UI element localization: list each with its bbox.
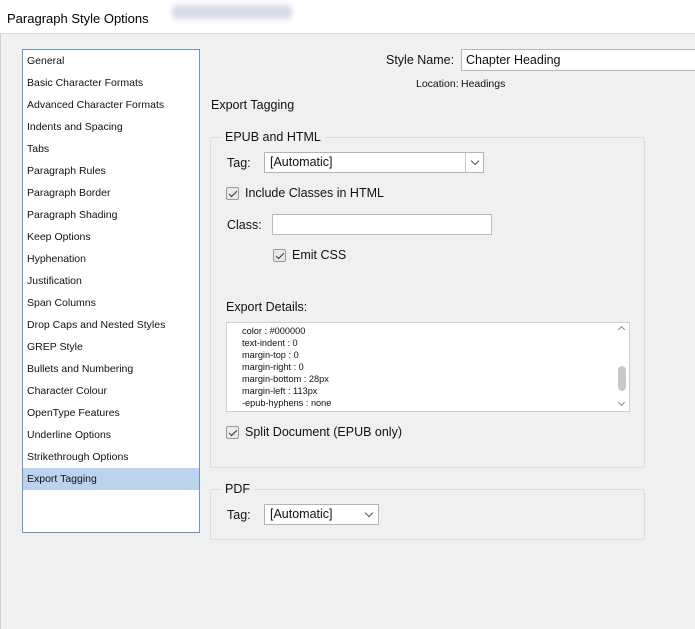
export-details-scrollbar[interactable] [615,323,629,411]
location-value: Headings [461,78,506,90]
sidebar-item-underline-options[interactable]: Underline Options [23,424,199,446]
export-detail-line: margin-left : 113px [242,386,318,396]
sidebar-item-general[interactable]: General [23,50,199,72]
epub-tag-label: Tag: [227,156,251,170]
sidebar-item-paragraph-border[interactable]: Paragraph Border [23,182,199,204]
window-title: Paragraph Style Options [7,11,149,26]
sidebar-item-strikethrough-options[interactable]: Strikethrough Options [23,446,199,468]
pdf-tag-dropdown[interactable]: [Automatic] [264,504,379,525]
sidebar-item-grep-style[interactable]: GREP Style [23,336,199,358]
class-label: Class: [227,218,262,232]
scrollbar-thumb[interactable] [618,366,626,391]
sidebar-item-indents-and-spacing[interactable]: Indents and Spacing [23,116,199,138]
export-detail-line: margin-top : 0 [242,350,299,360]
category-list: General Basic Character Formats Advanced… [22,49,200,533]
include-classes-label: Include Classes in HTML [245,186,384,200]
export-detail-line: margin-right : 0 [242,362,304,372]
pdf-tag-label: Tag: [227,508,251,522]
location-label: Location: [416,78,459,90]
pdf-group-title: PDF [221,482,254,496]
split-document-label: Split Document (EPUB only) [245,425,403,439]
emit-css-label: Emit CSS [292,248,347,262]
scroll-up-icon[interactable] [617,325,626,334]
section-title: Export Tagging [211,98,295,112]
epub-html-group-title: EPUB and HTML [221,130,325,144]
include-classes-checkbox[interactable] [226,187,239,200]
blurred-document-name [172,5,292,19]
scroll-down-icon[interactable] [617,398,626,407]
sidebar-item-keep-options[interactable]: Keep Options [23,226,199,248]
sidebar-item-bullets-and-numbering[interactable]: Bullets and Numbering [23,358,199,380]
export-detail-line: color : #000000 [242,326,306,336]
epub-tag-dropdown[interactable]: [Automatic] [264,152,484,173]
sidebar-item-opentype-features[interactable]: OpenType Features [23,402,199,424]
sidebar-item-drop-caps[interactable]: Drop Caps and Nested Styles [23,314,199,336]
export-detail-line: -epub-hyphens : none [242,398,332,408]
sidebar-item-paragraph-shading[interactable]: Paragraph Shading [23,204,199,226]
sidebar-item-justification[interactable]: Justification [23,270,199,292]
emit-css-checkbox[interactable] [273,249,286,262]
sidebar-item-span-columns[interactable]: Span Columns [23,292,199,314]
sidebar-item-advanced-character-formats[interactable]: Advanced Character Formats [23,94,199,116]
title-bar: Paragraph Style Options [0,0,695,34]
style-name-label: Style Name: [386,53,455,67]
split-document-checkbox[interactable] [226,426,239,439]
class-input[interactable] [272,214,492,235]
pdf-tag-value: [Automatic] [270,507,333,521]
sidebar-item-hyphenation[interactable]: Hyphenation [23,248,199,270]
sidebar-item-tabs[interactable]: Tabs [23,138,199,160]
sidebar-item-export-tagging[interactable]: Export Tagging [23,468,199,490]
epub-tag-value: [Automatic] [270,155,333,169]
export-detail-line: margin-bottom : 28px [242,374,329,384]
export-details-box[interactable]: color : #000000 text-indent : 0 margin-t… [226,322,630,412]
sidebar-item-paragraph-rules[interactable]: Paragraph Rules [23,160,199,182]
export-detail-line: text-indent : 0 [242,338,298,348]
chevron-down-icon [360,505,378,524]
sidebar-item-character-colour[interactable]: Character Colour [23,380,199,402]
export-details-label: Export Details: [226,300,308,314]
chevron-down-icon [465,153,483,172]
sidebar-item-basic-character-formats[interactable]: Basic Character Formats [23,72,199,94]
style-name-input[interactable]: Chapter Heading [461,49,695,71]
